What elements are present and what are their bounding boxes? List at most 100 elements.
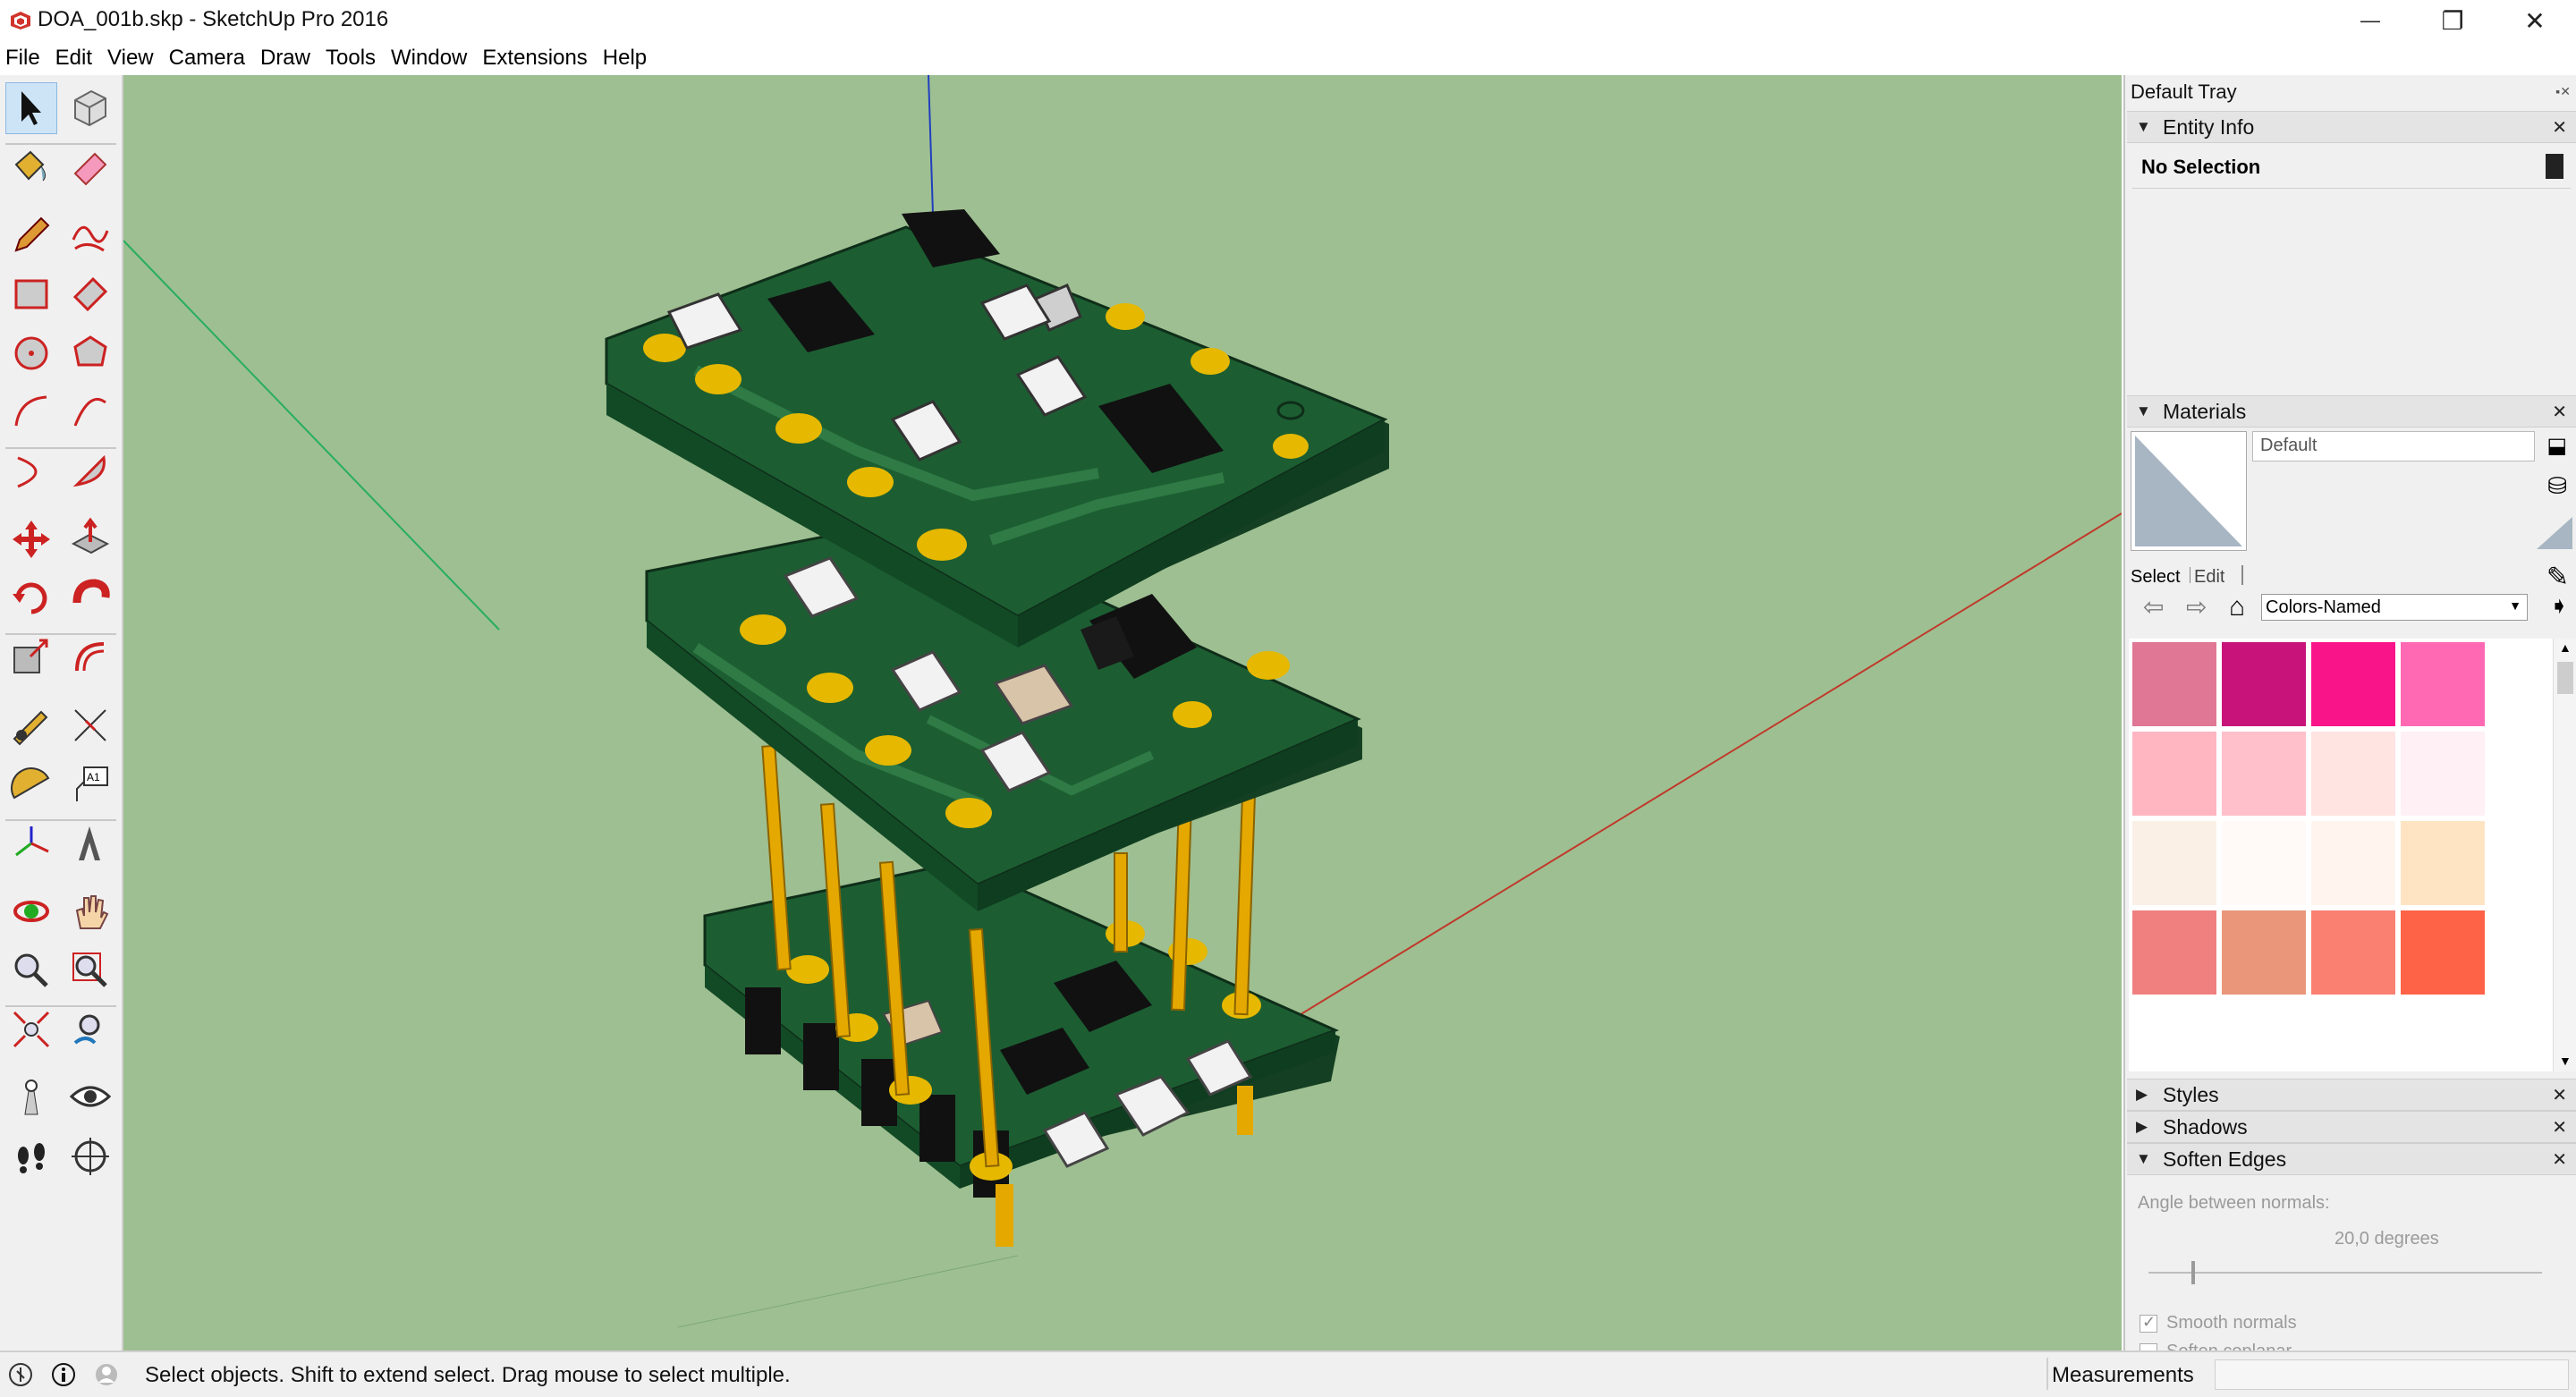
push-pull-tool-button[interactable] (64, 513, 116, 565)
make-component-tool-button[interactable] (64, 82, 116, 134)
panel-close-icon[interactable]: ✕ (2552, 116, 2567, 139)
tray-pin-icon[interactable]: ▪✕ (2555, 84, 2571, 99)
menu-view[interactable]: View (100, 46, 162, 71)
info-icon[interactable] (50, 1361, 77, 1388)
section-plane-tool-button[interactable] (64, 1130, 116, 1182)
menu-draw[interactable]: Draw (253, 46, 318, 71)
rotated-rectangle-tool-button[interactable] (64, 268, 116, 320)
paint-bucket-tool-button[interactable] (5, 141, 57, 193)
freehand-tool-button[interactable] (64, 209, 116, 261)
swatch-scrollbar[interactable]: ▲ ▼ (2553, 639, 2576, 1071)
close-button[interactable]: ✕ (2494, 0, 2576, 41)
forward-arrow-icon[interactable]: ⇨ (2186, 592, 2207, 622)
shadows-header[interactable]: ▶ Shadows ✕ (2127, 1111, 2576, 1143)
material-swatch[interactable] (2132, 821, 2216, 905)
user-account-icon[interactable] (93, 1361, 120, 1388)
walk-tool-button[interactable] (5, 1130, 57, 1182)
3d-text-tool-button[interactable] (64, 817, 116, 869)
scale-tool-button[interactable] (5, 631, 57, 683)
menu-window[interactable]: Window (384, 46, 475, 71)
three-point-arc-tool-button[interactable] (5, 445, 57, 497)
scroll-thumb[interactable] (2557, 662, 2573, 694)
home-icon[interactable]: ⌂ (2229, 592, 2245, 622)
expand-details-icon[interactable] (2546, 154, 2563, 179)
material-swatch[interactable] (2401, 821, 2485, 905)
menu-camera[interactable]: Camera (162, 46, 253, 71)
circle-tool-button[interactable] (5, 327, 57, 379)
sample-paint-icon[interactable] (2535, 513, 2574, 553)
polygon-tool-button[interactable] (64, 327, 116, 379)
zoom-window-tool-button[interactable] (64, 944, 116, 996)
material-swatch[interactable] (2401, 642, 2485, 726)
back-arrow-icon[interactable]: ⇦ (2143, 592, 2164, 622)
material-swatch[interactable] (2132, 732, 2216, 816)
menu-help[interactable]: Help (596, 46, 655, 71)
material-swatch[interactable] (2132, 910, 2216, 995)
pie-tool-button[interactable] (64, 445, 116, 497)
material-swatch[interactable] (2311, 821, 2395, 905)
position-camera-tool-button[interactable] (5, 1071, 57, 1123)
menu-file[interactable]: File (0, 46, 48, 71)
geo-location-icon[interactable] (7, 1361, 34, 1388)
angle-slider[interactable] (2148, 1261, 2542, 1284)
panel-close-icon[interactable]: ✕ (2552, 1084, 2567, 1106)
material-swatch[interactable] (2222, 642, 2306, 726)
arc-tool-button[interactable] (5, 386, 57, 438)
material-swatch[interactable] (2222, 821, 2306, 905)
previous-view-tool-button[interactable] (64, 1003, 116, 1055)
eyedropper-icon[interactable]: ✎ (2546, 562, 2569, 593)
zoom-extents-tool-button[interactable] (5, 1003, 57, 1055)
line-pencil-tool-button[interactable] (5, 209, 57, 261)
menu-edit[interactable]: Edit (48, 46, 100, 71)
eraser-tool-button[interactable] (64, 141, 116, 193)
measurements-input[interactable] (2215, 1359, 2569, 1390)
create-material-icon[interactable]: ⛁ (2547, 472, 2567, 500)
axes-tool-button[interactable] (5, 817, 57, 869)
follow-me-tool-button[interactable] (64, 572, 116, 624)
menu-extensions[interactable]: Extensions (475, 46, 595, 71)
materials-header[interactable]: ▼ Materials ✕ (2127, 395, 2576, 428)
select-arrow-tool-button[interactable] (5, 82, 57, 134)
material-swatch[interactable] (2222, 732, 2306, 816)
look-around-tool-button[interactable] (64, 1071, 116, 1123)
move-tool-button[interactable] (5, 513, 57, 565)
smooth-normals-checkbox[interactable]: ✓ (2140, 1313, 2157, 1333)
restore-button[interactable]: ❐ (2411, 0, 2494, 41)
styles-header[interactable]: ▶ Styles ✕ (2127, 1079, 2576, 1111)
material-library-select[interactable]: Colors-Named ▼ (2261, 594, 2528, 621)
orbit-tool-button[interactable] (5, 885, 57, 937)
pan-hand-tool-button[interactable] (64, 885, 116, 937)
tape-measure-tool-button[interactable] (5, 699, 57, 751)
panel-close-icon[interactable]: ✕ (2552, 401, 2567, 423)
material-swatch[interactable] (2222, 910, 2306, 995)
scroll-up-icon[interactable]: ▲ (2559, 640, 2572, 655)
slider-thumb[interactable] (2191, 1261, 2196, 1284)
details-arrow-icon[interactable]: ➧ (2549, 592, 2569, 620)
minimize-button[interactable]: — (2329, 0, 2411, 41)
rectangle-tool-button[interactable] (5, 268, 57, 320)
material-name-field[interactable]: Default (2252, 431, 2535, 461)
offset-tool-button[interactable] (64, 631, 116, 683)
panel-close-icon[interactable]: ✕ (2552, 1148, 2567, 1171)
rotate-tool-button[interactable] (5, 572, 57, 624)
material-swatch[interactable] (2311, 910, 2395, 995)
material-swatch[interactable] (2132, 642, 2216, 726)
tab-edit[interactable]: Edit (2190, 567, 2224, 583)
dimension-tool-button[interactable] (64, 699, 116, 751)
material-swatch[interactable] (2401, 732, 2485, 816)
zoom-tool-button[interactable] (5, 944, 57, 996)
drawing-viewport[interactable] (123, 75, 2122, 1350)
entity-info-header[interactable]: ▼ Entity Info ✕ (2127, 111, 2576, 143)
panel-close-icon[interactable]: ✕ (2552, 1116, 2567, 1139)
material-swatch[interactable] (2311, 642, 2395, 726)
soften-edges-header[interactable]: ▼ Soften Edges ✕ (2127, 1143, 2576, 1175)
two-point-arc-tool-button[interactable] (64, 386, 116, 438)
display-secondary-icon[interactable]: ⬓ (2546, 433, 2567, 459)
material-swatch[interactable] (2311, 732, 2395, 816)
text-tool-button[interactable]: A1 (64, 758, 116, 810)
tab-select[interactable]: Select (2131, 567, 2181, 588)
menu-tools[interactable]: Tools (318, 46, 384, 71)
protractor-tool-button[interactable] (5, 758, 57, 810)
scroll-down-icon[interactable]: ▼ (2559, 1054, 2572, 1068)
material-swatch[interactable] (2401, 910, 2485, 995)
